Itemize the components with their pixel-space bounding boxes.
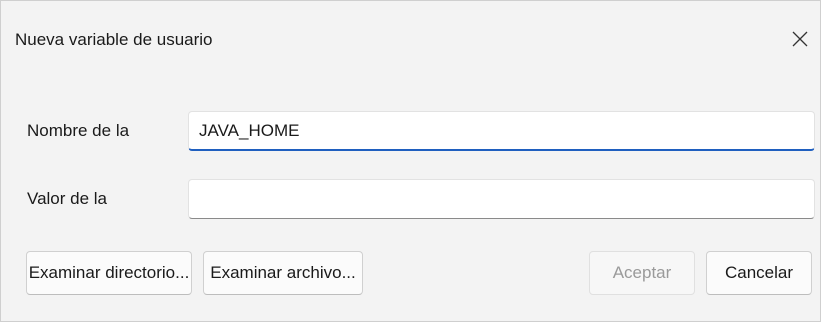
cancel-button[interactable]: Cancelar — [706, 251, 812, 295]
browse-directory-button[interactable]: Examinar directorio... — [26, 251, 192, 295]
close-button[interactable] — [780, 19, 820, 59]
new-user-variable-dialog: Nueva variable de usuario Nombre de la V… — [0, 0, 821, 322]
variable-value-label: Valor de la — [27, 189, 108, 208]
title-bar: Nueva variable de usuario — [1, 1, 820, 71]
cancel-label: Cancelar — [724, 263, 794, 282]
dialog-title: Nueva variable de usuario — [15, 30, 213, 49]
variable-name-label: Nombre de la — [27, 121, 130, 140]
close-icon — [792, 31, 808, 47]
accept-button[interactable]: Aceptar — [589, 251, 695, 295]
accept-label: Aceptar — [612, 263, 672, 282]
variable-value-input[interactable] — [188, 179, 815, 219]
browse-file-button[interactable]: Examinar archivo... — [203, 251, 363, 295]
browse-directory-label: Examinar directorio... — [28, 263, 190, 282]
browse-file-label: Examinar archivo... — [210, 263, 356, 282]
dialog-body: Nombre de la Valor de la Examinar direct… — [1, 71, 820, 321]
variable-name-input[interactable] — [188, 111, 815, 151]
